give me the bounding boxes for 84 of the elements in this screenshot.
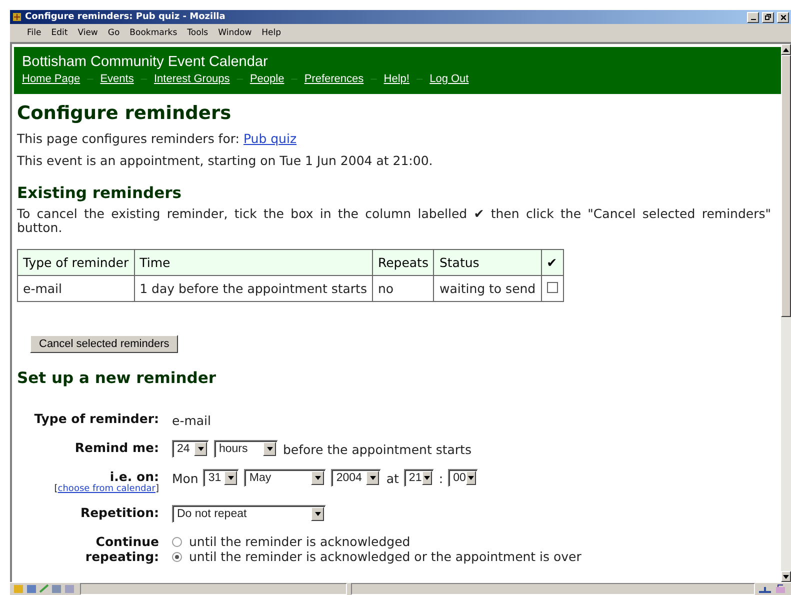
nav-link[interactable]: Preferences bbox=[304, 73, 364, 85]
instructions-text: To cancel the existing reminder, tick the box in the column labelled ✔ then click the "Cancel selected reminders" button. bbox=[17, 207, 771, 235]
form-text: : bbox=[438, 470, 444, 486]
nav-link[interactable]: Interest Groups bbox=[154, 73, 230, 85]
dropdown[interactable]: 31 bbox=[203, 469, 240, 487]
radio-button[interactable] bbox=[172, 536, 182, 546]
nav-separator: – bbox=[416, 73, 423, 85]
restore-icon bbox=[765, 14, 771, 20]
menu-item[interactable]: Tools bbox=[182, 28, 214, 38]
section-heading: Existing reminders bbox=[17, 184, 183, 202]
field-value: e-mail bbox=[172, 412, 211, 428]
dropdown-arrow-icon bbox=[424, 476, 430, 480]
dropdown-arrow-icon bbox=[198, 447, 204, 451]
dropdown-arrow-icon bbox=[314, 476, 321, 480]
event-link[interactable]: Pub quiz bbox=[243, 131, 297, 146]
nav-separator: – bbox=[291, 73, 298, 85]
column-header: Status bbox=[434, 250, 542, 276]
menu-item[interactable]: Window bbox=[213, 28, 257, 38]
close-icon bbox=[780, 14, 786, 20]
column-header: Type of reminder bbox=[18, 250, 134, 276]
checkbox[interactable] bbox=[546, 282, 558, 293]
scroll-down-icon bbox=[783, 574, 789, 578]
section-heading: Set up a new reminder bbox=[17, 369, 218, 387]
menu-item[interactable]: Help bbox=[256, 28, 286, 38]
dropdown[interactable]: hours bbox=[214, 440, 278, 458]
nav-link[interactable]: Log Out bbox=[430, 73, 469, 85]
page-heading: Configure reminders bbox=[17, 103, 232, 124]
bracket: ] bbox=[155, 484, 159, 494]
window-title: Configure reminders: Pub quiz - Mozilla bbox=[25, 12, 226, 22]
dropdown[interactable]: 00 bbox=[448, 469, 478, 487]
dropdown[interactable]: Do not repeat bbox=[172, 505, 326, 523]
menu-item[interactable]: File bbox=[22, 28, 46, 38]
table-cell: 1 day before the appointment starts bbox=[134, 276, 372, 302]
menu-item[interactable]: Go bbox=[102, 28, 125, 38]
dropdown[interactable]: 21 bbox=[404, 469, 434, 487]
dropdown[interactable]: 2004 bbox=[331, 469, 382, 487]
field-label: Remind me: bbox=[74, 440, 159, 455]
dropdown-arrow-icon bbox=[468, 476, 474, 480]
menu-item[interactable]: Edit bbox=[46, 28, 73, 38]
form-text: at bbox=[386, 470, 399, 486]
cancel-reminders-button[interactable]: Cancel selected reminders bbox=[30, 335, 178, 353]
column-header: Time bbox=[134, 250, 372, 276]
radio-button[interactable] bbox=[172, 552, 182, 562]
restore-button[interactable] bbox=[762, 12, 774, 22]
dropdown-arrow-icon bbox=[266, 447, 272, 451]
form-text: before the appointment starts bbox=[283, 442, 472, 456]
field-label: Continue repeating: bbox=[85, 534, 159, 564]
nav-separator: – bbox=[87, 73, 94, 85]
dropdown[interactable]: 24 bbox=[172, 440, 209, 458]
table-cell: no bbox=[372, 276, 434, 302]
menu-item[interactable]: Bookmarks bbox=[124, 28, 182, 38]
nav-link[interactable]: Help! bbox=[384, 73, 410, 85]
site-title: Bottisham Community Event Calendar bbox=[22, 54, 269, 70]
radio-label: until the reminder is acknowledged bbox=[189, 534, 410, 549]
nav-separator: – bbox=[370, 73, 377, 85]
table-cell: e-mail bbox=[18, 276, 134, 302]
dropdown[interactable]: May bbox=[244, 469, 326, 487]
nav-link[interactable]: Home Page bbox=[22, 73, 80, 85]
calendar-link[interactable]: choose from calendar bbox=[58, 484, 156, 494]
form-text: Mon bbox=[172, 470, 198, 486]
minimize-button[interactable] bbox=[747, 12, 759, 22]
table-cell: waiting to send bbox=[434, 276, 542, 302]
nav-separator: – bbox=[236, 73, 243, 85]
nav-separator: – bbox=[140, 73, 147, 85]
intro-text: This page configures reminders for: bbox=[17, 131, 240, 146]
dropdown-arrow-icon bbox=[314, 512, 320, 516]
component-icons-drawing[interactable] bbox=[14, 584, 76, 594]
app-icon bbox=[12, 12, 22, 22]
nav-link[interactable]: Events bbox=[100, 73, 134, 85]
column-header: ✔ bbox=[541, 250, 564, 276]
bracket: [ bbox=[54, 484, 58, 494]
field-label: Repetition: bbox=[80, 505, 159, 520]
field-label: Type of reminder: bbox=[34, 411, 159, 426]
column-header: Repeats bbox=[372, 250, 434, 276]
close-button[interactable] bbox=[777, 12, 789, 22]
nav-link[interactable]: People bbox=[250, 73, 284, 85]
radio-label: until the reminder is acknowledged or the appointment is over bbox=[189, 549, 582, 564]
scroll-up-icon bbox=[783, 48, 789, 52]
dropdown-arrow-icon bbox=[370, 476, 376, 480]
connection-lock-icons-drawing bbox=[759, 584, 787, 594]
field-label: i.e. on: bbox=[110, 469, 159, 484]
menu-item[interactable]: View bbox=[72, 28, 103, 38]
dropdown-arrow-icon bbox=[228, 476, 234, 480]
event-info: This event is an appointment, starting on Tue 1 Jun 2004 at 21:00. bbox=[17, 154, 434, 168]
